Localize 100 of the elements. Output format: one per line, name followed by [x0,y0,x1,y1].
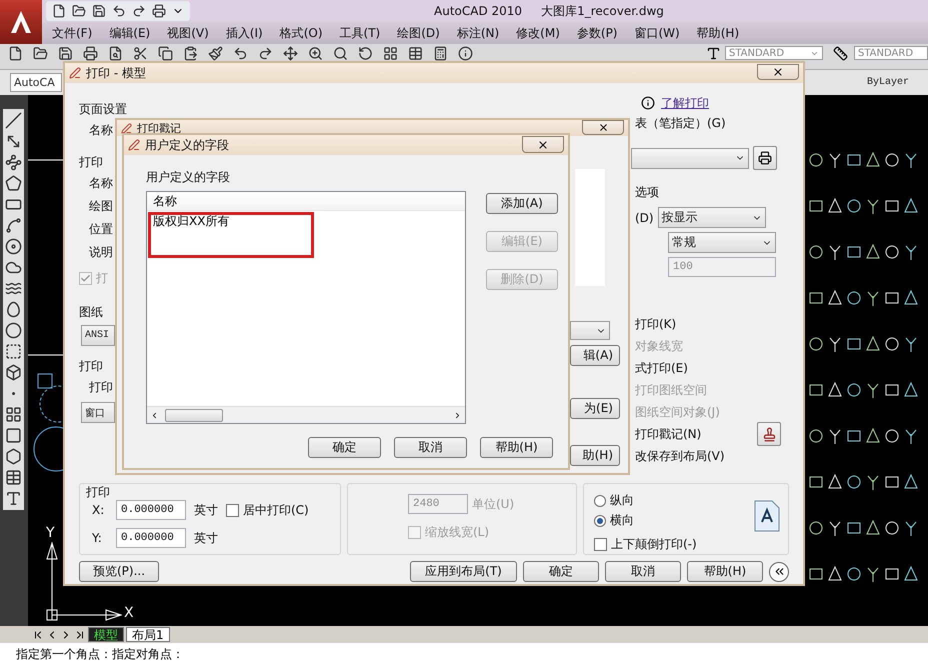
pentagon-icon[interactable] [4,175,22,192]
folder-icon[interactable] [72,4,86,18]
offset-x-field[interactable]: 0.000000 [116,500,186,520]
folder-icon[interactable] [33,46,48,61]
file-icon[interactable] [8,46,23,61]
dropdown[interactable]: ANSI [81,325,115,346]
paste-icon[interactable] [183,46,198,61]
checkbox[interactable] [594,538,607,551]
save-icon[interactable] [92,4,106,18]
printer-icon[interactable] [152,4,166,18]
list-item[interactable]: 版权归XX所有 [147,211,465,231]
save-icon[interactable] [58,46,73,61]
option-label: 打印戳记(N) [635,426,702,442]
ruler-icon[interactable] [833,46,848,61]
grid-icon[interactable] [383,46,398,61]
workspace-dropdown[interactable]: AutoCA [10,73,62,92]
file-icon[interactable] [52,4,66,18]
preview-button[interactable]: 预览(P)... [79,561,159,582]
move-icon[interactable] [283,46,298,61]
undo-icon[interactable] [233,46,248,61]
shade-dropdown[interactable]: 按显示 [658,207,766,228]
close-button[interactable] [522,136,564,153]
curve-icon[interactable] [4,217,22,234]
page-orientation-icon [754,500,780,532]
menu-item[interactable]: 文件(F) [52,24,92,42]
dialog-button[interactable]: 应用到布局(T) [410,561,517,582]
help-link[interactable]: 了解打印 [661,94,709,112]
copy-icon[interactable] [158,46,173,61]
block-icon[interactable] [4,343,22,360]
dialog-button[interactable]: 帮助(H) [480,437,553,458]
close-button[interactable] [582,120,624,135]
collapse-button[interactable] [769,562,789,582]
printer-icon[interactable] [83,46,98,61]
dialog-button[interactable]: 确定 [308,437,381,458]
hexagon-icon[interactable] [4,448,22,465]
first-icon[interactable] [32,628,44,640]
quality-dropdown[interactable]: 常规 [668,232,776,253]
dialog-title: 打印 - 模型 [86,64,146,82]
menu-item[interactable]: 标注(N) [456,24,500,42]
cloud-icon[interactable] [4,259,22,276]
info-icon[interactable] [458,46,473,61]
field-label: 说明 [89,244,113,261]
layout-tab[interactable]: 模型 [88,627,124,642]
dialog-button[interactable]: 确定 [523,561,599,582]
dialog-button[interactable]: 辑(A) [570,345,620,366]
layout-tab[interactable]: 布局1 [126,627,170,642]
undo-icon[interactable] [112,4,126,18]
table-icon[interactable] [4,469,22,486]
circle-icon[interactable] [4,238,22,255]
menu-item[interactable]: 编辑(E) [109,24,150,42]
checkbox[interactable] [226,504,239,516]
square-icon[interactable] [4,427,22,444]
dialog-button[interactable]: 添加(A) [486,193,558,214]
dialog-button[interactable]: 为(E) [570,398,620,419]
box-icon[interactable] [4,364,22,381]
dialog-button[interactable]: 帮助(H) [687,561,763,582]
ring-icon[interactable] [4,322,22,339]
radio-button[interactable] [594,514,606,526]
dropdown[interactable]: 窗口 [81,402,115,423]
search-icon[interactable] [333,46,348,61]
redo-icon[interactable] [132,4,146,18]
menu-item[interactable]: 窗口(W) [634,24,680,42]
text-icon[interactable] [4,490,22,507]
calculator-icon[interactable] [433,46,448,61]
edit-plot-style-button[interactable] [753,146,777,170]
wave-icon[interactable] [4,280,22,297]
dialog-button[interactable]: 助(H) [570,445,620,466]
close-button[interactable] [757,64,799,80]
radio-label: 横向 [610,512,634,529]
horizontal-scrollbar[interactable] [147,406,465,423]
redo-icon[interactable] [258,46,273,61]
linetype-dropdown[interactable]: ByLayer [864,73,922,92]
radio-button[interactable] [594,494,606,506]
paintbrush-icon[interactable] [208,46,223,61]
menu-item[interactable]: 视图(V) [167,24,209,42]
table-icon[interactable] [408,46,423,61]
group-label: 选项 [635,184,660,201]
offset-y-field[interactable]: 0.000000 [116,528,186,548]
polyline-icon[interactable] [4,154,22,171]
scissors-icon[interactable] [133,46,148,61]
zoom-in-icon[interactable] [308,46,323,61]
dimension-style-dropdown[interactable]: STANDARD [854,46,928,60]
menu-item[interactable]: 参数(P) [576,24,618,42]
menu-item[interactable]: 工具(T) [340,24,380,42]
menu-item[interactable]: 格式(O) [280,24,323,42]
text-style-dropdown[interactable]: STANDARD [725,46,823,60]
file-search-icon[interactable] [108,46,123,61]
last-icon[interactable] [74,628,86,640]
application-menu-button[interactable] [0,0,42,44]
dialog-button[interactable]: 取消 [394,437,467,458]
menu-item[interactable]: 插入(I) [226,24,263,42]
menu-item[interactable]: 绘图(D) [397,24,440,42]
menu-item[interactable]: 修改(M) [516,24,560,42]
scroll-thumb[interactable] [165,408,223,422]
menu-item[interactable]: 帮助(H) [696,24,740,42]
line-icon[interactable] [4,112,22,129]
rotate-icon[interactable] [358,46,373,61]
dialog-button[interactable]: 取消 [605,561,681,582]
stamp-settings-button[interactable] [757,422,781,446]
text-style-icon[interactable] [706,46,721,61]
